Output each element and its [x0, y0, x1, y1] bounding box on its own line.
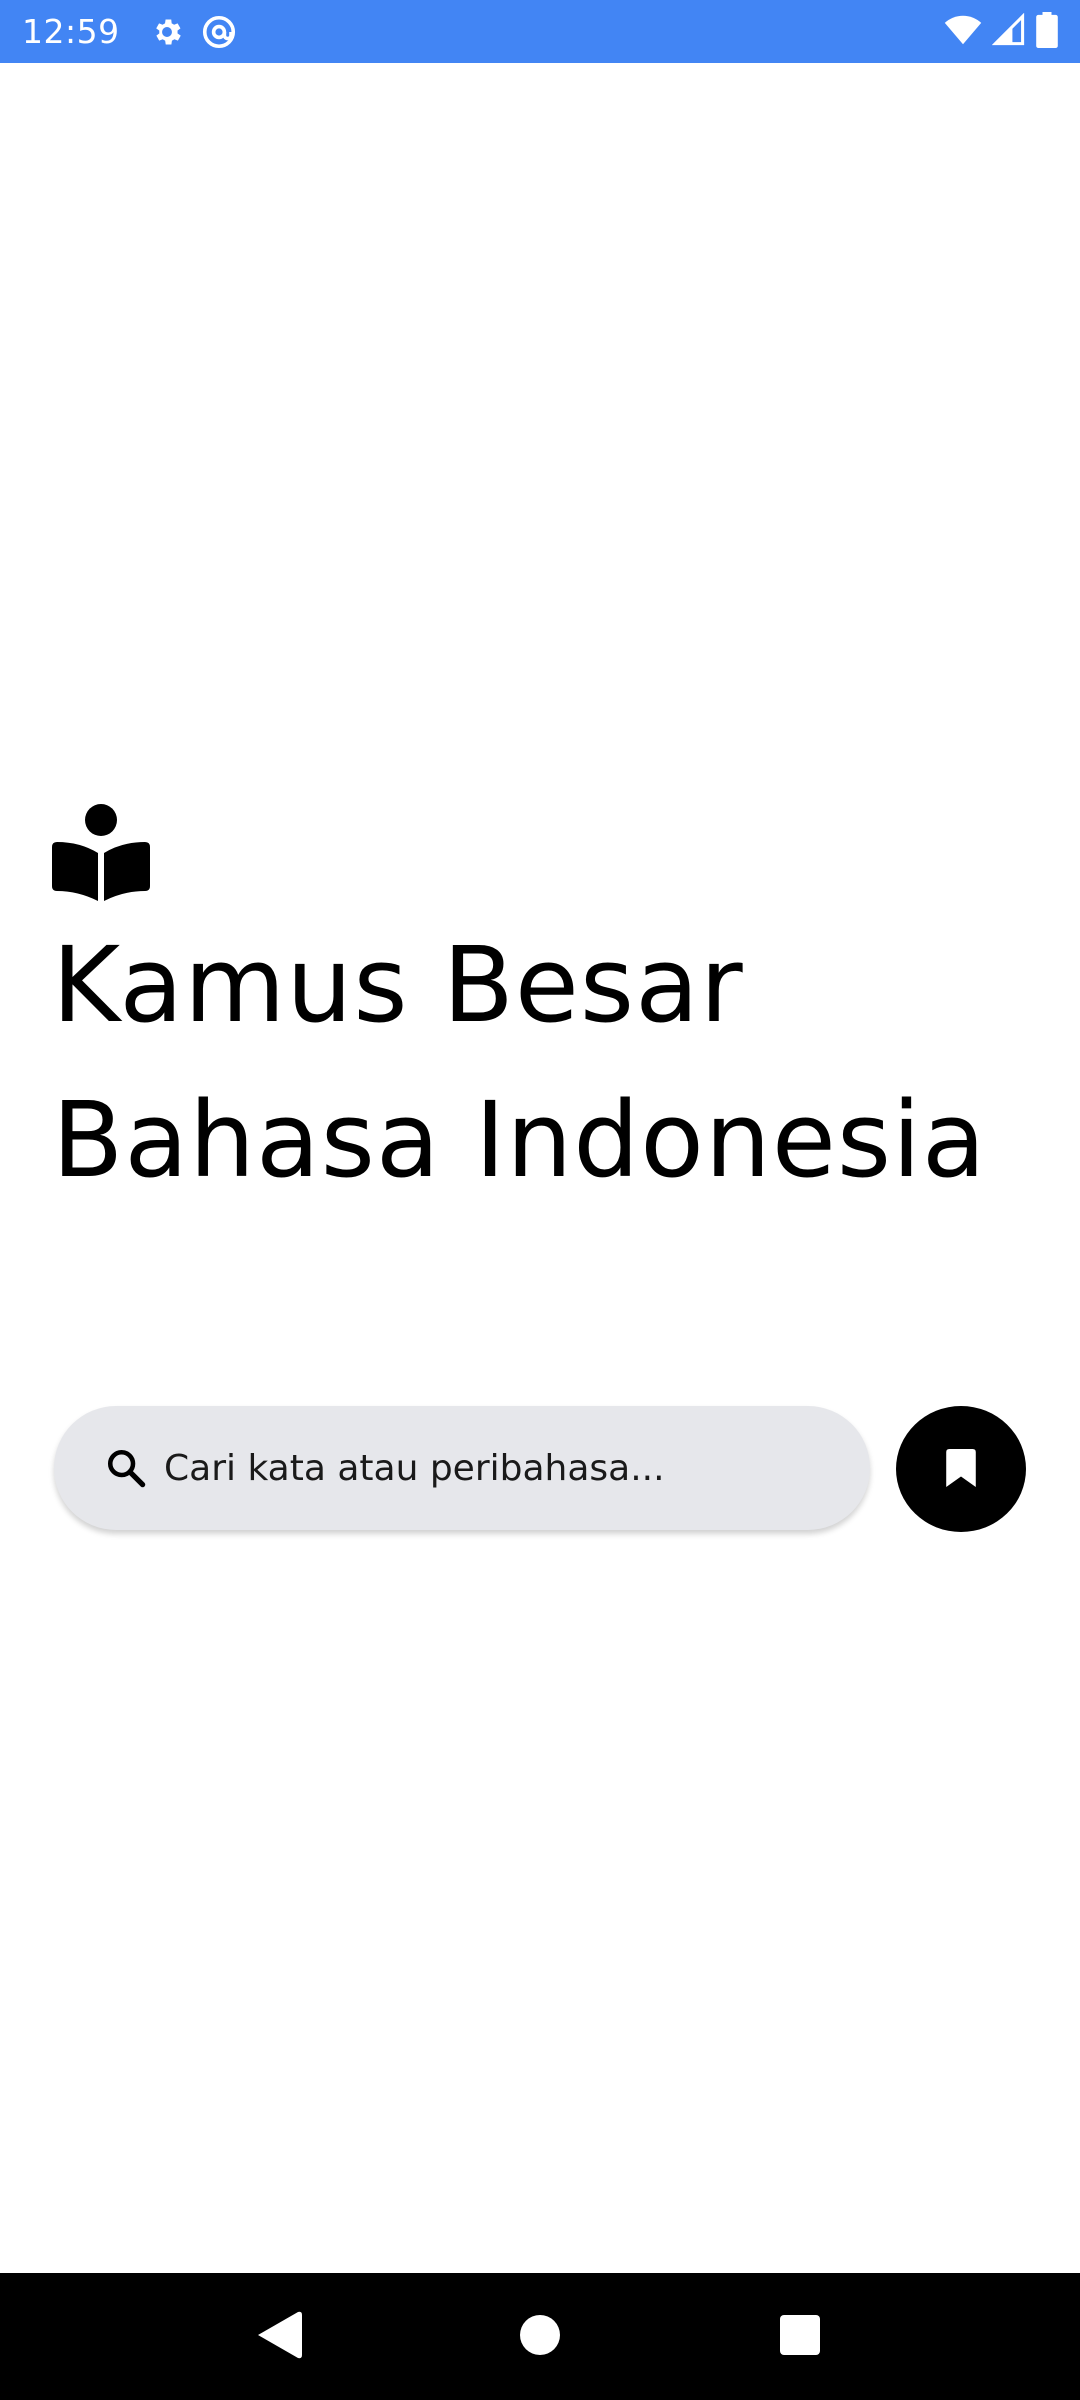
recents-icon	[780, 2314, 820, 2359]
at-sign-icon	[200, 13, 238, 51]
main-content: Kamus Besar Bahasa Indonesia	[0, 63, 1080, 2273]
wifi-icon	[944, 13, 982, 51]
navigation-bar	[0, 2273, 1080, 2400]
search-input[interactable]	[164, 1447, 824, 1489]
app-title: Kamus Besar Bahasa Indonesia	[52, 924, 987, 1201]
status-time: 12:59	[22, 12, 120, 51]
search-icon	[104, 1446, 148, 1490]
bookmark-icon	[946, 1448, 976, 1490]
back-button[interactable]	[235, 2292, 325, 2382]
status-bar: 12:59	[0, 0, 1080, 63]
back-icon	[258, 2311, 302, 2363]
status-right-group	[944, 11, 1058, 52]
search-bar[interactable]	[54, 1406, 870, 1530]
gear-icon	[148, 13, 186, 51]
signal-icon	[991, 12, 1026, 51]
app-screen: 12:59 Kamus Besar Bahasa Indonesia Cari …	[0, 0, 1080, 2400]
open-book-reader-icon	[52, 803, 150, 901]
home-icon	[520, 2314, 560, 2359]
battery-icon	[1036, 11, 1058, 52]
bookmark-button[interactable]	[896, 1406, 1026, 1532]
home-button[interactable]	[495, 2292, 585, 2382]
recents-button[interactable]	[755, 2292, 845, 2382]
